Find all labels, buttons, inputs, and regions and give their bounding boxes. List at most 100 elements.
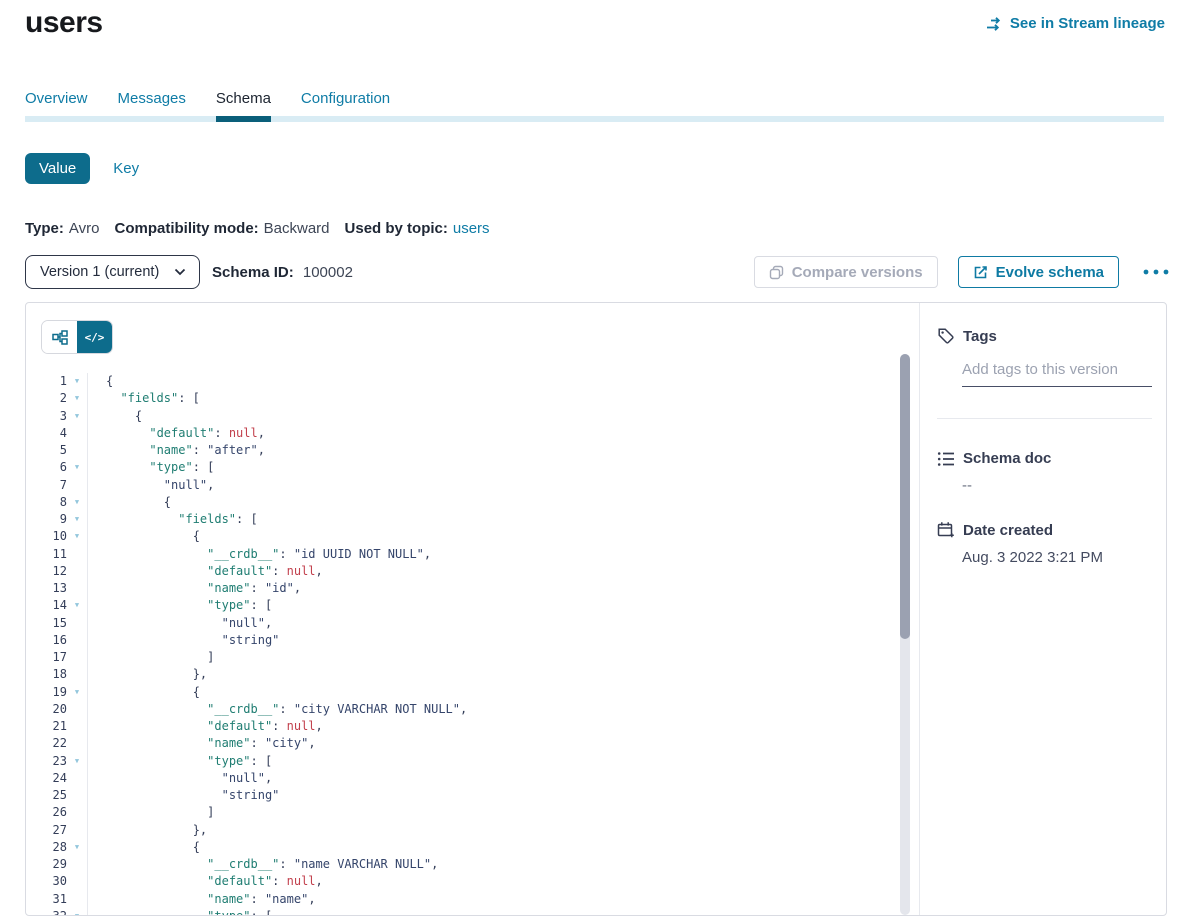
see-in-stream-lineage-link[interactable]: See in Stream lineage	[986, 15, 1165, 32]
stream-lineage-icon	[986, 17, 1003, 31]
editor-view-toggle: </>	[41, 320, 113, 354]
calendar-plus-icon	[937, 521, 955, 539]
fold-toggle-icon[interactable]: ▼	[67, 684, 87, 701]
code-line: 26]	[26, 804, 919, 821]
code-text: "null",	[87, 477, 919, 494]
value-toggle-button[interactable]: Value	[25, 153, 90, 184]
code-text: {	[87, 839, 919, 856]
evolve-schema-button[interactable]: Evolve schema	[958, 256, 1119, 288]
editor-scrollbar-track	[900, 354, 910, 915]
type-value: Avro	[69, 220, 100, 237]
key-toggle-button[interactable]: Key	[113, 160, 139, 177]
editor-scrollbar-thumb[interactable]	[900, 354, 910, 639]
tag-icon	[937, 327, 955, 345]
compatibility-value: Backward	[264, 220, 330, 237]
tab-messages[interactable]: Messages	[118, 90, 186, 116]
line-number: 32	[26, 908, 67, 916]
date-created-section: Date created Aug. 3 2022 3:21 PM	[937, 521, 1148, 566]
code-text: "default": null,	[87, 873, 919, 890]
code-text: "string"	[87, 632, 919, 649]
tab-schema[interactable]: Schema	[216, 90, 271, 116]
code-line: 11"__crdb__": "id UUID NOT NULL",	[26, 546, 919, 563]
code-text: },	[87, 666, 919, 683]
line-number: 1	[26, 373, 67, 390]
line-number: 15	[26, 615, 67, 632]
code-view-button[interactable]: </>	[77, 321, 112, 353]
code-line: 10▼{	[26, 528, 919, 545]
schema-card: </> 1▼{2▼"fields": [3▼{4"default": null,…	[25, 302, 1167, 916]
fold-toggle-icon[interactable]: ▼	[67, 408, 87, 425]
fold-toggle-icon[interactable]: ▼	[67, 511, 87, 528]
code-text: "fields": [	[87, 390, 919, 407]
tab-overview[interactable]: Overview	[25, 90, 88, 116]
tree-view-icon	[52, 330, 68, 345]
code-line: 31"name": "name",	[26, 891, 919, 908]
code-text: "__crdb__": "name VARCHAR NULL",	[87, 856, 919, 873]
more-options-button[interactable]	[1141, 269, 1171, 275]
line-number: 12	[26, 563, 67, 580]
line-number: 23	[26, 753, 67, 770]
code-line: 30"default": null,	[26, 873, 919, 890]
fold-gutter	[67, 666, 87, 683]
line-number: 18	[26, 666, 67, 683]
evolve-schema-icon	[973, 265, 988, 280]
code-text: {	[87, 494, 919, 511]
code-text: {	[87, 373, 919, 390]
compare-versions-label: Compare versions	[792, 264, 923, 281]
line-number: 24	[26, 770, 67, 787]
line-number: 19	[26, 684, 67, 701]
used-by-topic-link[interactable]: users	[453, 220, 490, 237]
line-number: 2	[26, 390, 67, 407]
fold-toggle-icon[interactable]: ▼	[67, 373, 87, 390]
compatibility-pair: Compatibility mode: Backward	[114, 220, 329, 237]
schema-id-value: 100002	[303, 264, 353, 281]
line-number: 17	[26, 649, 67, 666]
schema-page: users See in Stream lineage Overview Mess…	[0, 0, 1189, 916]
used-by-topic-label: Used by topic:	[345, 220, 448, 237]
code-text: "default": null,	[87, 718, 919, 735]
schema-doc-section: Schema doc --	[937, 450, 1148, 494]
tree-view-button[interactable]	[42, 321, 77, 353]
code-text: "__crdb__": "city VARCHAR NOT NULL",	[87, 701, 919, 718]
line-number: 28	[26, 839, 67, 856]
code-line: 18},	[26, 666, 919, 683]
fold-toggle-icon[interactable]: ▼	[67, 597, 87, 614]
tab-bar: Overview Messages Schema Configuration	[25, 90, 1164, 122]
version-toolbar: Version 1 (current) Schema ID: 100002 Co…	[25, 254, 1171, 290]
code-text: "name": "city",	[87, 735, 919, 752]
code-text: "default": null,	[87, 563, 919, 580]
line-number: 5	[26, 442, 67, 459]
line-number: 26	[26, 804, 67, 821]
schema-doc-header: Schema doc	[937, 450, 1148, 467]
line-number: 9	[26, 511, 67, 528]
schema-side-panel: Tags Schema doc --	[920, 303, 1166, 915]
tags-input[interactable]	[962, 361, 1152, 378]
fold-toggle-icon[interactable]: ▼	[67, 908, 87, 916]
line-number: 29	[26, 856, 67, 873]
fold-gutter	[67, 718, 87, 735]
fold-toggle-icon[interactable]: ▼	[67, 753, 87, 770]
tab-configuration[interactable]: Configuration	[301, 90, 390, 116]
compare-versions-button[interactable]: Compare versions	[754, 256, 938, 288]
code-line: 8▼{	[26, 494, 919, 511]
fold-toggle-icon[interactable]: ▼	[67, 528, 87, 545]
compare-versions-icon	[769, 265, 784, 280]
line-number: 27	[26, 822, 67, 839]
code-text: "name": "id",	[87, 580, 919, 597]
code-text: "string"	[87, 787, 919, 804]
fold-gutter	[67, 580, 87, 597]
type-label: Type:	[25, 220, 64, 237]
fold-toggle-icon[interactable]: ▼	[67, 390, 87, 407]
schema-id-label: Schema ID:	[212, 264, 294, 281]
fold-toggle-icon[interactable]: ▼	[67, 494, 87, 511]
fold-gutter	[67, 442, 87, 459]
fold-toggle-icon[interactable]: ▼	[67, 459, 87, 476]
code-text: "null",	[87, 770, 919, 787]
code-text: "null",	[87, 615, 919, 632]
fold-gutter	[67, 477, 87, 494]
schema-doc-title: Schema doc	[963, 450, 1051, 467]
version-select[interactable]: Version 1 (current)	[25, 255, 200, 289]
fold-gutter	[67, 615, 87, 632]
fold-toggle-icon[interactable]: ▼	[67, 839, 87, 856]
date-created-value: Aug. 3 2022 3:21 PM	[962, 549, 1148, 566]
